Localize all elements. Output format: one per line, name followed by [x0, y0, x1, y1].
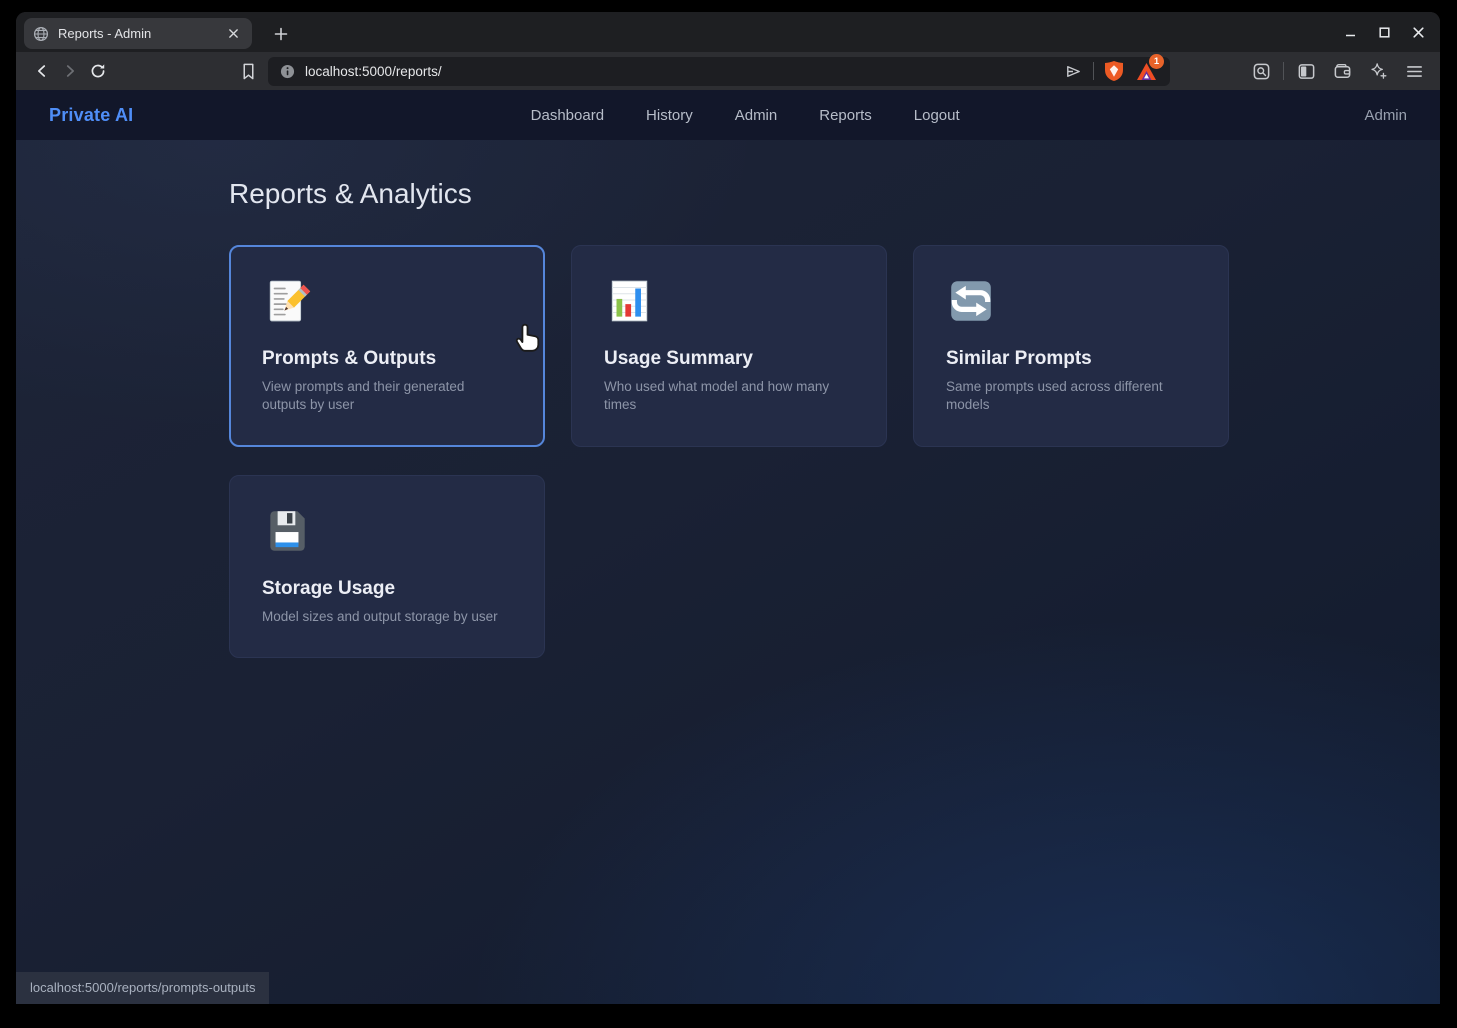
page-content: Private AI Dashboard History Admin Repor… — [16, 90, 1440, 1004]
tab-close-icon[interactable] — [223, 24, 243, 44]
bookmark-icon[interactable] — [234, 57, 262, 85]
nav-link-admin[interactable]: Admin — [735, 107, 778, 124]
brand-logo[interactable]: Private AI — [49, 105, 133, 126]
info-icon[interactable] — [280, 64, 295, 79]
card-storage-usage[interactable]: Storage Usage Model sizes and output sto… — [229, 475, 545, 659]
nav-links: Dashboard History Admin Reports Logout — [531, 107, 960, 124]
divider — [1093, 62, 1094, 80]
toolbar-actions — [1247, 57, 1428, 85]
reload-icon[interactable] — [84, 57, 112, 85]
card-title: Storage Usage — [262, 578, 512, 600]
card-description: Model sizes and output storage by user — [262, 608, 512, 626]
card-title: Usage Summary — [604, 348, 854, 370]
menu-icon[interactable] — [1400, 57, 1428, 85]
wallet-icon[interactable] — [1328, 57, 1356, 85]
card-similar-prompts[interactable]: Similar Prompts Same prompts used across… — [913, 245, 1229, 447]
address-bar-actions: 1 — [1064, 59, 1158, 83]
card-description: Same prompts used across different model… — [946, 378, 1196, 414]
address-bar[interactable]: localhost:5000/reports/ — [268, 57, 1170, 86]
report-cards-grid: Prompts & Outputs View prompts and their… — [229, 245, 1229, 658]
brave-rewards-icon[interactable]: 1 — [1134, 59, 1158, 83]
tab-bar: Reports - Admin — [16, 12, 1440, 52]
floppy-disk-icon — [262, 506, 512, 556]
nav-link-reports[interactable]: Reports — [819, 107, 872, 124]
nav-link-history[interactable]: History — [646, 107, 693, 124]
site-navbar: Private AI Dashboard History Admin Repor… — [16, 90, 1440, 140]
nav-link-logout[interactable]: Logout — [914, 107, 960, 124]
url-text[interactable]: localhost:5000/reports/ — [305, 64, 1054, 79]
status-link-preview: localhost:5000/reports/prompts-outputs — [16, 972, 269, 1004]
card-description: Who used what model and how many times — [604, 378, 854, 414]
browser-toolbar: localhost:5000/reports/ — [16, 52, 1440, 90]
maximize-icon[interactable] — [1375, 23, 1394, 42]
search-panel-icon[interactable] — [1247, 57, 1275, 85]
browser-window: Reports - Admin — [16, 12, 1440, 1004]
bar-chart-icon — [604, 276, 854, 326]
nav-link-dashboard[interactable]: Dashboard — [531, 107, 604, 124]
card-prompts-outputs[interactable]: Prompts & Outputs View prompts and their… — [229, 245, 545, 447]
tab-reports-admin[interactable]: Reports - Admin — [24, 18, 252, 49]
minimize-icon[interactable] — [1341, 23, 1360, 42]
send-icon[interactable] — [1064, 62, 1083, 81]
sidebar-icon[interactable] — [1292, 57, 1320, 85]
back-icon[interactable] — [28, 57, 56, 85]
brave-shield-icon[interactable] — [1104, 60, 1124, 82]
card-title: Similar Prompts — [946, 348, 1196, 370]
repeat-arrows-icon — [946, 276, 1196, 326]
card-usage-summary[interactable]: Usage Summary Who used what model and ho… — [571, 245, 887, 447]
close-icon[interactable] — [1409, 23, 1428, 42]
window-controls — [1341, 23, 1428, 42]
memo-pencil-icon — [262, 276, 512, 326]
card-description: View prompts and their generated outputs… — [262, 378, 512, 414]
leo-ai-icon[interactable] — [1364, 57, 1392, 85]
page-title: Reports & Analytics — [229, 178, 1440, 210]
reports-page: Reports & Analytics — [16, 140, 1440, 1004]
card-title: Prompts & Outputs — [262, 348, 512, 370]
user-label: Admin — [1364, 107, 1407, 124]
new-tab-button[interactable] — [268, 21, 294, 47]
globe-icon — [33, 26, 49, 42]
forward-icon[interactable] — [56, 57, 84, 85]
tab-title: Reports - Admin — [58, 26, 214, 41]
rewards-badge: 1 — [1149, 54, 1164, 69]
divider — [1283, 62, 1284, 80]
